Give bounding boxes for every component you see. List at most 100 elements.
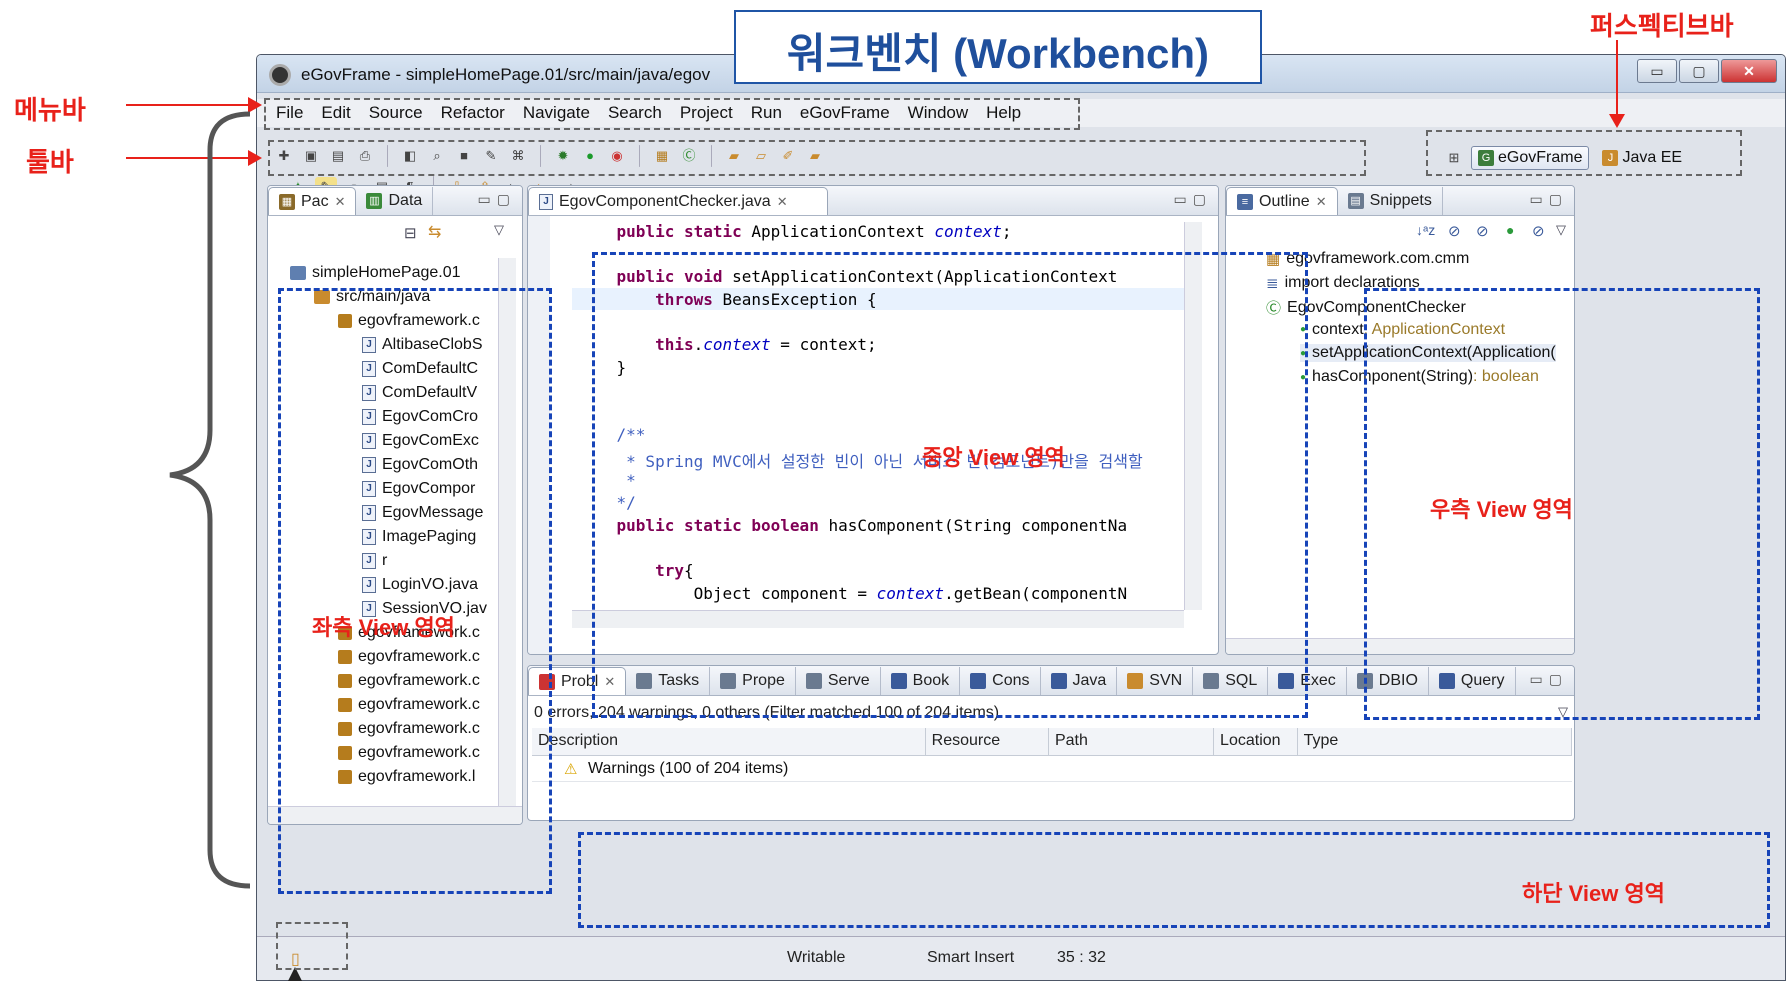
tree-item-package[interactable]: egovframework.c xyxy=(338,648,480,666)
new-package-icon[interactable]: ▦ xyxy=(651,146,673,166)
close-button[interactable]: ✕ xyxy=(1721,59,1777,83)
tree-item-project[interactable]: simpleHomePage.01 xyxy=(290,264,461,282)
hide-static-icon[interactable]: ⊘ xyxy=(1476,222,1489,240)
tree-item-java[interactable]: J EgovComOth xyxy=(362,456,478,474)
debug-icon[interactable]: ✹ xyxy=(552,146,574,166)
tab-probl[interactable]: Probl ✕ xyxy=(528,667,627,695)
view-menu-icon[interactable]: ▽ xyxy=(1558,704,1568,720)
save-all-icon[interactable]: ▤ xyxy=(327,146,349,166)
tree-item-java[interactable]: J EgovComExc xyxy=(362,432,479,450)
tree-item-package[interactable]: egovframework.c xyxy=(338,744,480,762)
tab-editor-file[interactable]: J EgovComponentChecker.java ✕ xyxy=(528,187,828,215)
editor-horizontal-scrollbar[interactable] xyxy=(572,610,1184,628)
tab-serve[interactable]: Serve xyxy=(796,667,881,695)
perspective-javaee[interactable]: J Java EE xyxy=(1595,146,1689,170)
close-tab-icon[interactable]: ✕ xyxy=(604,674,615,690)
tree-horizontal-scrollbar[interactable] xyxy=(268,806,522,824)
bottom-min-max-icons[interactable]: ▭▢ xyxy=(1530,671,1568,688)
menu-egovframe[interactable]: eGovFrame xyxy=(791,103,899,123)
save-icon[interactable]: ▣ xyxy=(300,146,322,166)
tab-book[interactable]: Book xyxy=(881,667,961,695)
menu-project[interactable]: Project xyxy=(671,103,742,123)
menu-window[interactable]: Window xyxy=(899,103,977,123)
new-fastview-icon[interactable]: ▯ xyxy=(291,949,300,969)
close-tab-icon[interactable]: ✕ xyxy=(1316,194,1327,210)
tab-java[interactable]: Java xyxy=(1041,667,1118,695)
warnings-row[interactable]: ⚠ Warnings (100 of 204 items) xyxy=(532,758,1572,782)
close-tab-icon[interactable]: ✕ xyxy=(335,194,346,210)
tab-prope[interactable]: Prope xyxy=(710,667,796,695)
editor-vertical-scrollbar[interactable] xyxy=(1184,222,1202,610)
tab-query[interactable]: Query xyxy=(1429,667,1516,695)
tab-package-explorer[interactable]: ▦ Pac ✕ xyxy=(268,187,357,215)
folder-icon[interactable]: ▱ xyxy=(750,146,772,166)
tree-item-srcfolder[interactable]: src/main/java xyxy=(314,288,430,306)
new-icon[interactable]: ✚ xyxy=(273,146,295,166)
menu-refactor[interactable]: Refactor xyxy=(432,103,514,123)
open-folder-icon[interactable]: ▰ xyxy=(723,146,745,166)
new-class-icon[interactable]: Ⓒ xyxy=(678,146,700,166)
menu-navigate[interactable]: Navigate xyxy=(514,103,599,123)
maximize-button[interactable]: ▢ xyxy=(1679,59,1719,83)
column-resource[interactable]: Resource xyxy=(926,728,1049,755)
menu-file[interactable]: File xyxy=(267,103,312,123)
menu-source[interactable]: Source xyxy=(360,103,432,123)
tree-item-package[interactable]: egovframework.c xyxy=(338,312,480,330)
hide-nonpublic-icon[interactable]: ● xyxy=(1506,222,1514,238)
tree-item-java[interactable]: Jr xyxy=(362,552,387,570)
outline-item[interactable]: Ⓒ EgovComponentChecker xyxy=(1266,297,1466,318)
perspective-egovframe[interactable]: G eGovFrame xyxy=(1471,146,1590,170)
outline-horizontal-scrollbar[interactable] xyxy=(1226,638,1574,654)
tree-item-java[interactable]: J EgovMessage xyxy=(362,504,483,522)
menu-run[interactable]: Run xyxy=(742,103,791,123)
tree-item-java[interactable]: J ComDefaultC xyxy=(362,360,478,378)
tree-item-package[interactable]: egovframework.c xyxy=(338,696,480,714)
collapse-all-icon[interactable]: ⊟ xyxy=(404,224,417,242)
tree-vertical-scrollbar[interactable] xyxy=(498,258,516,806)
hide-local-types-icon[interactable]: ⊘ xyxy=(1532,222,1545,240)
terminal-icon[interactable]: ■ xyxy=(453,146,475,166)
command-icon[interactable]: ⌘ xyxy=(507,146,529,166)
tree-item-java[interactable]: J EgovCompor xyxy=(362,480,475,498)
open-type-icon[interactable]: ◧ xyxy=(399,146,421,166)
task-folder-icon[interactable]: ▰ xyxy=(804,146,826,166)
tree-item-java[interactable]: J ImagePaging xyxy=(362,528,476,546)
tab-outline[interactable]: ≡ Outline ✕ xyxy=(1226,187,1338,215)
column-location[interactable]: Location xyxy=(1214,728,1298,755)
open-perspective-icon[interactable]: ⊞ xyxy=(1443,148,1465,168)
outline-min-max-icons[interactable]: ▭▢ xyxy=(1530,191,1568,208)
tab-sql[interactable]: SQL xyxy=(1193,667,1269,695)
outline-item[interactable]: ● hasComponent(String) : boolean xyxy=(1300,368,1539,386)
outline-item[interactable]: ● setApplicationContext(Application( xyxy=(1300,344,1556,363)
outline-item[interactable]: ● context : ApplicationContext xyxy=(1300,321,1505,339)
tab-exec[interactable]: Exec xyxy=(1268,667,1347,695)
editor-min-max-icons[interactable]: ▭▢ xyxy=(1174,191,1212,208)
menu-edit[interactable]: Edit xyxy=(312,103,359,123)
view-min-max-icons[interactable]: ▭▢ xyxy=(478,191,516,208)
tree-item-java[interactable]: J LoginVO.java xyxy=(362,576,478,594)
tab-svn[interactable]: SVN xyxy=(1117,667,1194,695)
column-description[interactable]: Description xyxy=(532,728,926,755)
tab-dbio[interactable]: DBIO xyxy=(1347,667,1429,695)
view-menu-icon[interactable]: ▽ xyxy=(494,222,504,238)
view-menu-icon[interactable]: ▽ xyxy=(1556,222,1566,238)
tree-item-java[interactable]: J EgovComCro xyxy=(362,408,478,426)
tree-item-java[interactable]: J AltibaseClobS xyxy=(362,336,483,354)
column-path[interactable]: Path xyxy=(1049,728,1215,755)
print-icon[interactable]: ⎙ xyxy=(354,146,376,166)
hide-fields-icon[interactable]: ⊘ xyxy=(1448,222,1461,240)
tab-snippets[interactable]: ▤ Snippets xyxy=(1338,187,1443,215)
outline-item[interactable]: ▦ egovframework.com.cmm xyxy=(1266,250,1469,268)
menu-search[interactable]: Search xyxy=(599,103,671,123)
edit-icon[interactable]: ✎ xyxy=(480,146,502,166)
tab-data[interactable]: ▥ Data xyxy=(356,187,434,215)
tree-item-java[interactable]: J ComDefaultV xyxy=(362,384,477,402)
tab-tasks[interactable]: Tasks xyxy=(626,667,711,695)
column-type[interactable]: Type xyxy=(1298,728,1572,755)
tab-cons[interactable]: Cons xyxy=(960,667,1041,695)
run-icon[interactable]: ● xyxy=(579,146,601,166)
menu-help[interactable]: Help xyxy=(977,103,1030,123)
search-icon[interactable]: ⌕ xyxy=(426,146,448,166)
link-editor-icon[interactable]: ⇆ xyxy=(428,222,441,242)
close-tab-icon[interactable]: ✕ xyxy=(777,194,788,210)
